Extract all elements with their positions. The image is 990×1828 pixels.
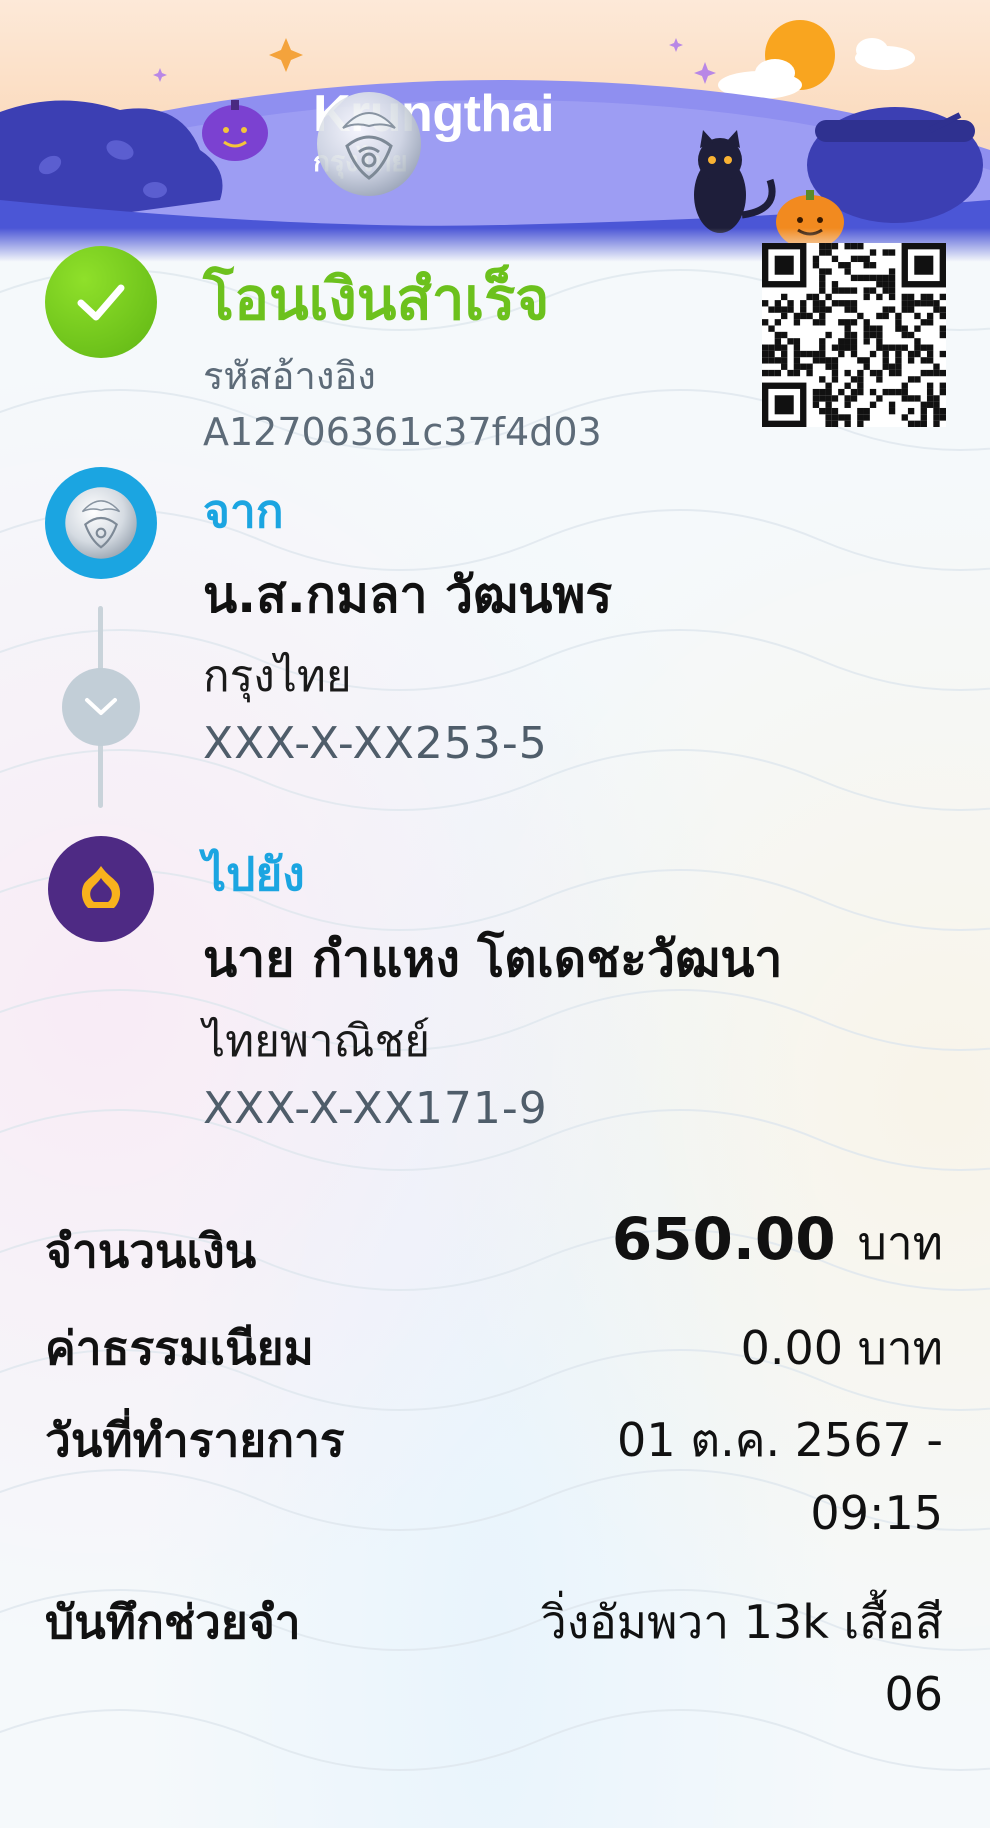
reference-label: รหัสอ้างอิง (203, 354, 376, 398)
amount-value: 650.00 (611, 1205, 836, 1273)
from-label: จาก (203, 484, 284, 538)
reference-value: A12706361c37f4d03 (203, 410, 602, 454)
recipient-name: นาย กำแหง โตเดชะวัฒนา (203, 930, 783, 988)
krungthai-logo-icon (65, 487, 137, 559)
sender-account: XXX-X-XX253-5 (203, 718, 548, 769)
success-status-icon (45, 246, 157, 358)
slip-content: โอนเงินสำเร็จ รหัสอ้างอิง A12706361c37f4… (0, 0, 990, 1828)
scb-logo-icon (81, 866, 121, 908)
date-label: วันที่ทำรายการ (45, 1413, 345, 1467)
date-value-line1: 01 ต.ค. 2567 - (617, 1413, 943, 1467)
amount-label: จำนวนเงิน (45, 1224, 257, 1278)
fee-value: 0.00 บาท (740, 1321, 943, 1375)
memo-value-line1: วิ่งอัมพวา 13k เสื้อสี (540, 1595, 943, 1649)
amount-row-value: 650.00 บาท (612, 1205, 943, 1280)
chevron-down-icon (85, 698, 117, 715)
recipient-account: XXX-X-XX171-9 (203, 1083, 548, 1134)
memo-value-line2: 06 (884, 1667, 943, 1721)
qr-code-icon[interactable] (762, 243, 946, 427)
sender-bank: กรุงไทย (203, 651, 352, 702)
status-title: โอนเงินสำเร็จ (203, 265, 550, 333)
to-bank-logo (48, 836, 154, 942)
sender-name: น.ส.กมลา วัฒนพร (203, 566, 613, 624)
to-label: ไปยัง (203, 847, 305, 901)
recipient-bank: ไทยพาณิชย์ (203, 1016, 431, 1067)
fee-label: ค่าธรรมเนียม (45, 1321, 314, 1375)
transfer-direction (62, 668, 140, 746)
memo-label: บันทึกช่วยจำ (45, 1595, 301, 1649)
amount-unit: บาท (857, 1216, 943, 1270)
date-value-line2: 09:15 (810, 1486, 943, 1540)
from-bank-logo (45, 467, 157, 579)
check-icon (77, 284, 125, 321)
